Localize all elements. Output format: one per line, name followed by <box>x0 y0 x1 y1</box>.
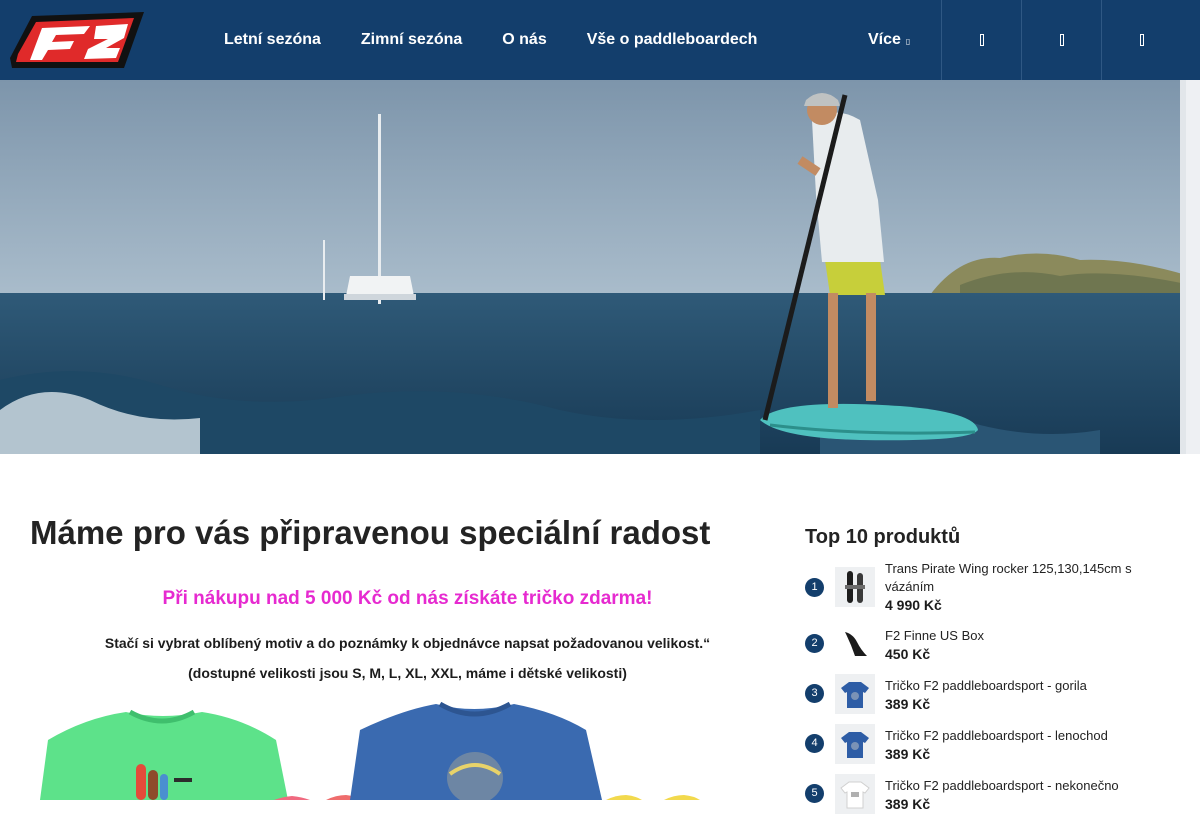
tshirt-green-image[interactable] <box>40 709 288 800</box>
top10-item[interactable]: 5 Tričko F2 paddleboardsport - nekonečno… <box>805 774 1175 827</box>
top10-item[interactable]: 1 Trans Pirate Wing rocker 125,130,145cm… <box>805 560 1175 613</box>
rank-badge: 4 <box>805 734 824 753</box>
product-thumbnail[interactable] <box>835 567 875 607</box>
product-price: 389 Kč <box>885 746 931 762</box>
rank-badge: 5 <box>805 784 824 803</box>
chevron-down-icon: ▯ <box>905 37 911 46</box>
top10-title: Top 10 produktů <box>805 526 961 548</box>
product-price: 389 Kč <box>885 796 931 812</box>
nav-zimni-sezona[interactable]: Zimní sezóna <box>341 31 482 49</box>
rank-badge: 2 <box>805 634 824 653</box>
main-nav: Letní sezóna Zimní sezóna O nás Vše o pa… <box>204 0 777 80</box>
user-icon <box>1059 34 1064 46</box>
top10-item[interactable]: 2 F2 Finne US Box 450 Kč <box>805 624 1175 677</box>
product-name[interactable]: F2 Finne US Box <box>885 627 1145 645</box>
promo-subtitle: Při nákupu nad 5 000 Kč od nás získáte t… <box>162 588 653 609</box>
promo-title: Máme pro vás připravenou speciální rados… <box>30 514 711 551</box>
tshirt-blue-image[interactable] <box>350 701 602 800</box>
rank-badge: 1 <box>805 578 824 597</box>
product-price: 4 990 Kč <box>885 597 942 613</box>
rank-badge: 3 <box>805 684 824 703</box>
nav-more-label: Více <box>868 31 901 48</box>
product-name[interactable]: Tričko F2 paddleboardsport - lenochod <box>885 727 1145 745</box>
search-icon <box>979 34 984 46</box>
product-thumbnail[interactable] <box>835 774 875 814</box>
cart-icon <box>1139 34 1144 46</box>
hero-paddleboard-photo <box>0 80 1186 454</box>
product-price: 389 Kč <box>885 696 931 712</box>
tshirt-gallery <box>30 700 750 800</box>
search-button[interactable] <box>941 0 1021 80</box>
product-name[interactable]: Trans Pirate Wing rocker 125,130,145cm s… <box>885 560 1145 596</box>
product-name[interactable]: Tričko F2 paddleboardsport - gorila <box>885 677 1145 695</box>
f2-logo[interactable] <box>4 8 154 72</box>
product-price: 450 Kč <box>885 646 931 662</box>
cart-button[interactable] <box>1101 0 1181 80</box>
product-thumbnail[interactable] <box>835 674 875 714</box>
hero-banner <box>0 80 1186 454</box>
hero-edge <box>1186 80 1200 454</box>
product-name[interactable]: Tričko F2 paddleboardsport - nekonečno <box>885 777 1145 795</box>
user-button[interactable] <box>1021 0 1101 80</box>
nav-o-nas[interactable]: O nás <box>482 31 566 49</box>
product-thumbnail[interactable] <box>835 624 875 664</box>
site-header: Letní sezóna Zimní sezóna O nás Vše o pa… <box>0 0 1200 80</box>
top10-item[interactable]: 3 Tričko F2 paddleboardsport - gorila 38… <box>805 674 1175 727</box>
promo-text: Stačí si vybrat oblíbený motiv a do pozn… <box>104 635 711 651</box>
nav-letni-sezona[interactable]: Letní sezóna <box>204 31 341 49</box>
product-thumbnail[interactable] <box>835 724 875 764</box>
nav-more-menu[interactable]: Více ▯ <box>868 0 910 80</box>
nav-vse-o-paddleboardech[interactable]: Vše o paddleboardech <box>567 31 778 49</box>
tshirt-yellow-image[interactable] <box>606 795 700 800</box>
promo-sizes: (dostupné velikosti jsou S, M, L, XL, XX… <box>188 665 627 681</box>
top10-item[interactable]: 4 Tričko F2 paddleboardsport - lenochod … <box>805 724 1175 777</box>
